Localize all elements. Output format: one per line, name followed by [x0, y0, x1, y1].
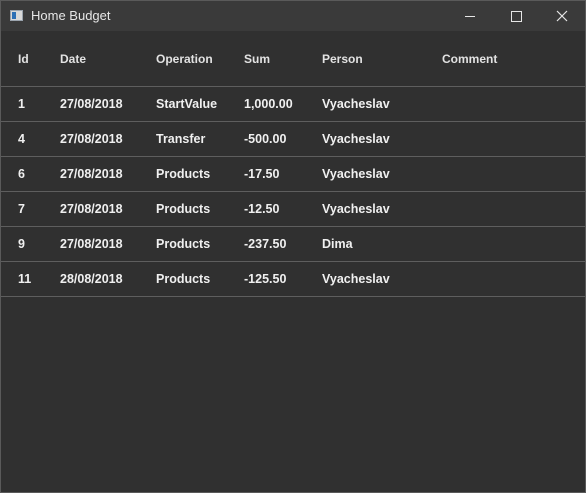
table-row[interactable]: 7 27/08/2018 Products -12.50 Vyacheslav — [1, 192, 585, 227]
cell-operation: Products — [156, 237, 211, 251]
cell-operation: Products — [156, 167, 211, 181]
table-row[interactable]: 11 28/08/2018 Products -125.50 Vyachesla… — [1, 262, 585, 297]
cell-person: Vyacheslav — [322, 167, 390, 181]
window-title: Home Budget — [31, 8, 111, 23]
cell-sum: -17.50 — [244, 167, 280, 181]
cell-person: Vyacheslav — [322, 132, 390, 146]
cell-operation: Products — [156, 272, 211, 286]
title-bar[interactable]: Home Budget — [1, 1, 585, 31]
cell-person: Vyacheslav — [322, 97, 390, 111]
cell-sum: -125.50 — [244, 272, 287, 286]
table-row[interactable]: 6 27/08/2018 Products -17.50 Vyacheslav — [1, 157, 585, 192]
cell-id: 11 — [18, 272, 32, 286]
cell-id: 1 — [18, 97, 25, 111]
cell-date: 27/08/2018 — [60, 132, 123, 146]
close-button[interactable] — [539, 1, 585, 31]
app-window-icon — [10, 10, 23, 21]
cell-person: Vyacheslav — [322, 272, 390, 286]
column-header-id[interactable]: Id — [18, 32, 29, 86]
cell-date: 27/08/2018 — [60, 237, 123, 251]
column-header-date[interactable]: Date — [60, 32, 86, 86]
app-window: Home Budget Id Date Operation Sum Person… — [0, 0, 586, 493]
cell-sum: -237.50 — [244, 237, 287, 251]
cell-sum: -12.50 — [244, 202, 280, 216]
cell-id: 7 — [18, 202, 25, 216]
cell-operation: Transfer — [156, 132, 206, 146]
table-row[interactable]: 9 27/08/2018 Products -237.50 Dima — [1, 227, 585, 262]
column-header-operation[interactable]: Operation — [156, 32, 213, 86]
cell-date: 28/08/2018 — [60, 272, 123, 286]
table-header: Id Date Operation Sum Person Comment — [1, 32, 585, 87]
cell-sum: -500.00 — [244, 132, 287, 146]
cell-id: 6 — [18, 167, 25, 181]
table-row[interactable]: 4 27/08/2018 Transfer -500.00 Vyacheslav — [1, 122, 585, 157]
table-row[interactable]: 1 27/08/2018 StartValue 1,000.00 Vyaches… — [1, 87, 585, 122]
budget-table: Id Date Operation Sum Person Comment 1 2… — [1, 32, 585, 297]
cell-person: Vyacheslav — [322, 202, 390, 216]
cell-operation: StartValue — [156, 97, 218, 111]
cell-person: Dima — [322, 237, 353, 251]
column-header-sum[interactable]: Sum — [244, 32, 270, 86]
cell-operation: Products — [156, 202, 211, 216]
cell-date: 27/08/2018 — [60, 97, 123, 111]
cell-id: 9 — [18, 237, 25, 251]
cell-date: 27/08/2018 — [60, 167, 123, 181]
column-header-comment[interactable]: Comment — [442, 32, 497, 86]
cell-sum: 1,000.00 — [244, 97, 293, 111]
column-header-person[interactable]: Person — [322, 32, 363, 86]
close-icon — [556, 10, 568, 22]
maximize-icon — [511, 11, 522, 22]
maximize-button[interactable] — [493, 1, 539, 31]
minimize-button[interactable] — [447, 1, 493, 31]
minimize-icon — [465, 16, 475, 17]
cell-date: 27/08/2018 — [60, 202, 123, 216]
cell-id: 4 — [18, 132, 25, 146]
